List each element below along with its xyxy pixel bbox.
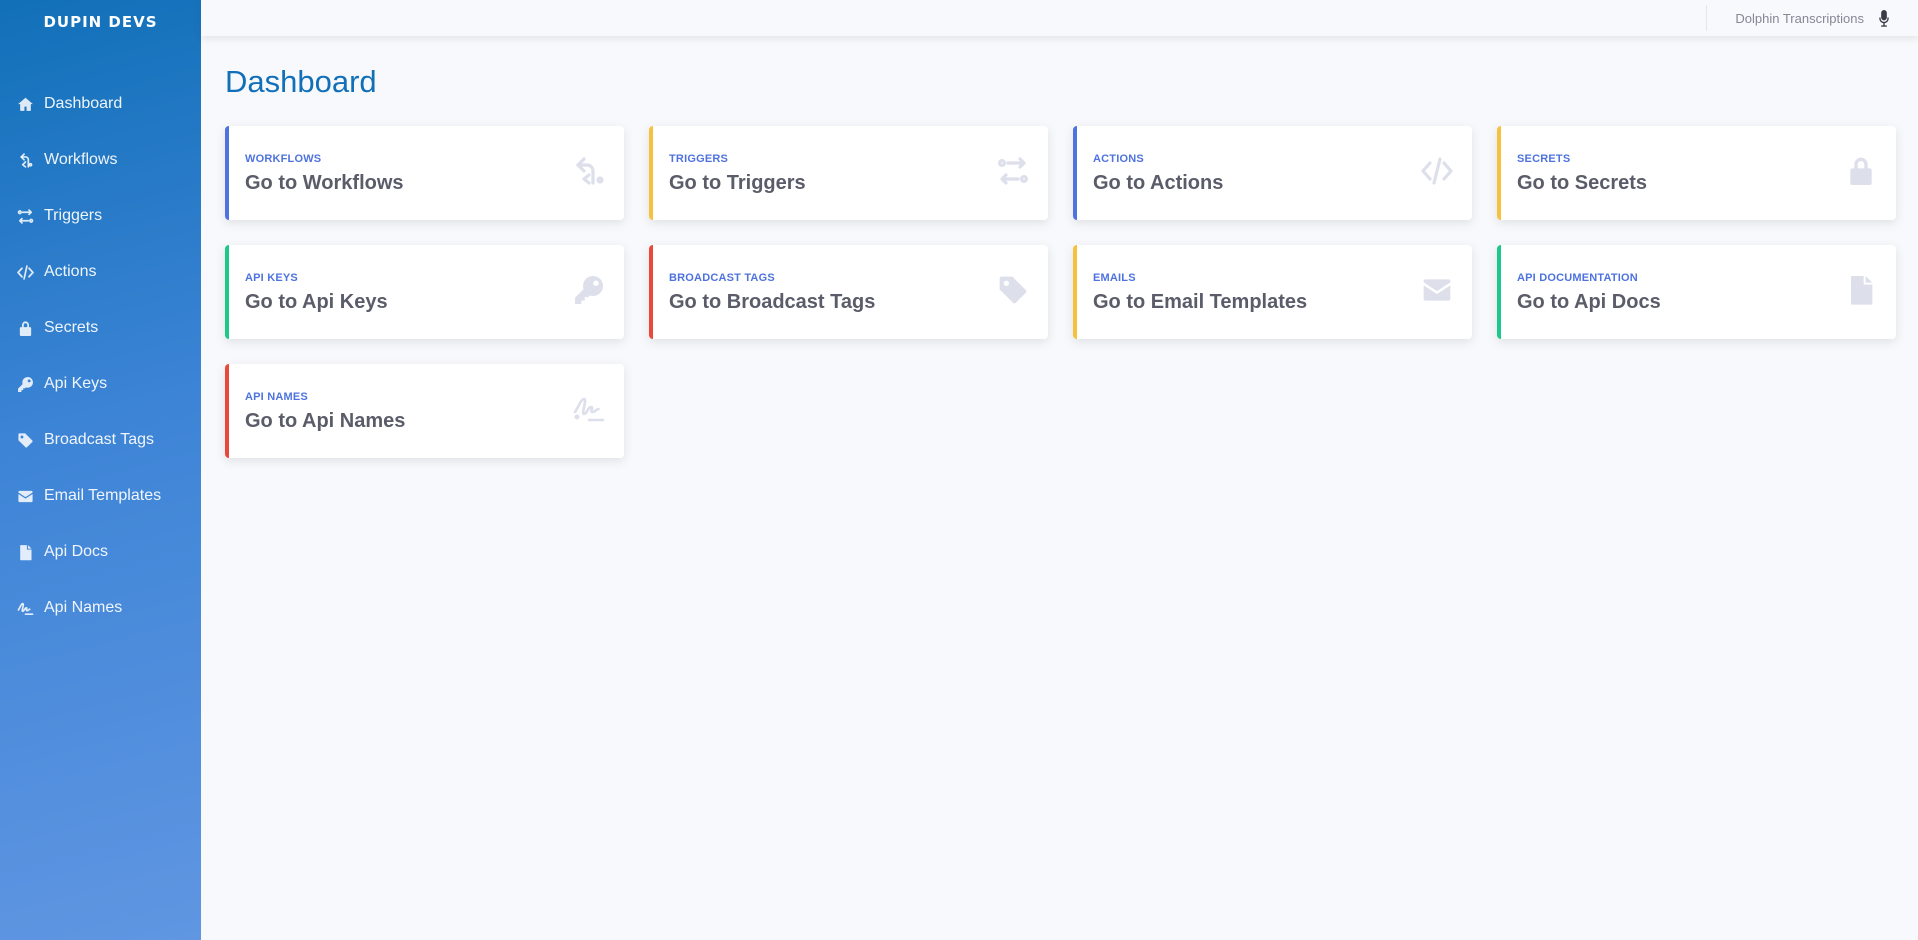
main-content: Dashboard WORKFLOWS Go to Workflows TRIG…	[225, 36, 1897, 458]
topbar-divider	[1706, 5, 1708, 31]
card-label: TRIGGERS	[669, 153, 729, 165]
card-link[interactable]: Go to Api Keys	[245, 290, 624, 314]
code-icon	[1420, 154, 1454, 188]
card-workflows[interactable]: WORKFLOWS Go to Workflows	[225, 126, 624, 220]
lock-icon	[1844, 154, 1878, 188]
sidebar-item-triggers[interactable]: Triggers	[0, 188, 201, 244]
sidebar-item-workflows[interactable]: Workflows	[0, 132, 201, 188]
microphone-icon[interactable]	[1878, 8, 1894, 28]
card-label: WORKFLOWS	[245, 153, 322, 165]
card-label: API KEYS	[245, 272, 298, 284]
sidebar-item-label: Secrets	[44, 319, 99, 336]
key-icon	[16, 375, 34, 393]
sidebar-item-secrets[interactable]: Secrets	[0, 300, 201, 356]
workflow-icon	[572, 154, 606, 188]
sidebar-item-label: Api Names	[44, 599, 123, 616]
sidebar-item-actions[interactable]: Actions	[0, 244, 201, 300]
tag-icon	[996, 273, 1030, 307]
card-link[interactable]: Go to Broadcast Tags	[669, 290, 1048, 314]
topbar: Dolphin Transcriptions	[201, 0, 1918, 36]
sidebar: DUPIN DEVS Dashboard Workflows Triggers …	[0, 0, 201, 940]
card-label: EMAILS	[1093, 272, 1136, 284]
sidebar-item-dashboard[interactable]: Dashboard	[0, 76, 201, 132]
sidebar-item-api-keys[interactable]: Api Keys	[0, 356, 201, 412]
card-label: ACTIONS	[1093, 153, 1144, 165]
card-link[interactable]: Go to Api Docs	[1517, 290, 1896, 314]
card-api-names[interactable]: API NAMES Go to Api Names	[225, 364, 624, 458]
workflow-icon	[16, 151, 34, 169]
card-link[interactable]: Go to Api Names	[245, 409, 624, 433]
card-link[interactable]: Go to Secrets	[1517, 171, 1896, 195]
card-triggers[interactable]: TRIGGERS Go to Triggers	[649, 126, 1048, 220]
card-link[interactable]: Go to Email Templates	[1093, 290, 1472, 314]
sidebar-item-label: Api Keys	[44, 375, 108, 392]
sidebar-item-label: Workflows	[44, 151, 118, 168]
envelope-icon	[16, 487, 34, 505]
page-title: Dashboard	[225, 64, 377, 99]
key-icon	[572, 273, 606, 307]
card-link[interactable]: Go to Triggers	[669, 171, 1048, 195]
envelope-icon	[1420, 273, 1454, 307]
card-link[interactable]: Go to Workflows	[245, 171, 624, 195]
brand-logo[interactable]: DUPIN DEVS	[0, 0, 201, 44]
signature-icon	[16, 599, 34, 617]
sidebar-item-label: Api Docs	[44, 543, 109, 560]
sidebar-item-label: Dashboard	[44, 95, 123, 112]
sidebar-item-api-names[interactable]: Api Names	[0, 580, 201, 636]
sidebar-nav: Dashboard Workflows Triggers Actions Sec	[0, 76, 201, 636]
signature-icon	[572, 392, 606, 426]
card-broadcast-tags[interactable]: BROADCAST TAGS Go to Broadcast Tags	[649, 245, 1048, 339]
card-link[interactable]: Go to Actions	[1093, 171, 1472, 195]
code-icon	[16, 263, 34, 281]
card-label: API NAMES	[245, 391, 308, 403]
file-icon	[16, 543, 34, 561]
file-icon	[1844, 273, 1878, 307]
sidebar-item-email-templates[interactable]: Email Templates	[0, 468, 201, 524]
sidebar-item-broadcast-tags[interactable]: Broadcast Tags	[0, 412, 201, 468]
card-actions[interactable]: ACTIONS Go to Actions	[1073, 126, 1472, 220]
sidebar-item-api-docs[interactable]: Api Docs	[0, 524, 201, 580]
card-grid: WORKFLOWS Go to Workflows TRIGGERS Go to…	[225, 126, 1897, 458]
triggers-icon	[16, 207, 34, 225]
user-name[interactable]: Dolphin Transcriptions	[1735, 11, 1864, 26]
card-api-documentation[interactable]: API DOCUMENTATION Go to Api Docs	[1497, 245, 1896, 339]
home-icon	[16, 95, 34, 113]
lock-icon	[16, 319, 34, 337]
card-secrets[interactable]: SECRETS Go to Secrets	[1497, 126, 1896, 220]
tag-icon	[16, 431, 34, 449]
card-label: BROADCAST TAGS	[669, 272, 775, 284]
card-label: API DOCUMENTATION	[1517, 272, 1638, 284]
triggers-icon	[996, 154, 1030, 188]
card-api-keys[interactable]: API KEYS Go to Api Keys	[225, 245, 624, 339]
sidebar-item-label: Triggers	[44, 207, 103, 224]
card-emails[interactable]: EMAILS Go to Email Templates	[1073, 245, 1472, 339]
sidebar-item-label: Actions	[44, 263, 97, 280]
sidebar-item-label: Broadcast Tags	[44, 431, 154, 448]
card-label: SECRETS	[1517, 153, 1571, 165]
sidebar-item-label: Email Templates	[44, 487, 162, 504]
